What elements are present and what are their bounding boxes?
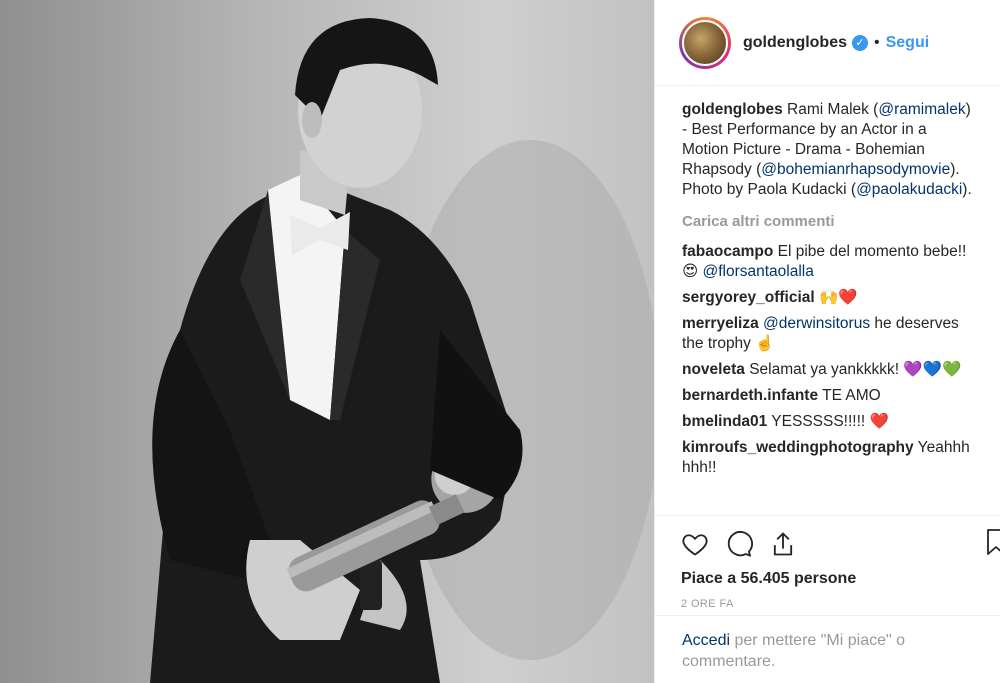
comment-item: merryeliza @derwinsitorus he deserves th… bbox=[682, 314, 976, 354]
caption-mention[interactable]: @ramimalek bbox=[878, 101, 965, 118]
comment-username[interactable]: bernardeth.infante bbox=[682, 387, 818, 404]
comment-text: TE AMO bbox=[818, 387, 881, 404]
comment-text: Selamat ya yankkkkk! 💜💙💚 bbox=[744, 361, 962, 378]
share-icon[interactable] bbox=[769, 530, 797, 558]
comment-username[interactable]: sergyorey_official bbox=[682, 289, 815, 306]
comment-username[interactable]: fabaocampo bbox=[682, 243, 773, 260]
comment-text: 🙌❤️ bbox=[814, 289, 858, 306]
comment-item: fabaocampo El pibe del momento bebe!! 😍 … bbox=[682, 242, 976, 282]
heart-icon[interactable] bbox=[681, 530, 709, 558]
caption-username[interactable]: goldenglobes bbox=[682, 101, 783, 118]
comment-username[interactable]: merryeliza bbox=[682, 315, 759, 332]
post-sidebar: goldenglobes ✓ • Segui goldenglobes Rami… bbox=[654, 0, 1000, 683]
load-more-comments-button[interactable]: Carica altri commenti bbox=[682, 212, 976, 232]
post-photo[interactable] bbox=[0, 0, 654, 683]
header-separator: • bbox=[874, 33, 880, 51]
comment-list: goldenglobes Rami Malek (@ramimalek) - B… bbox=[655, 86, 1000, 478]
post-header: goldenglobes ✓ • Segui bbox=[655, 0, 1000, 86]
comment-username[interactable]: noveleta bbox=[682, 361, 745, 378]
caption-text: Rami Malek ( bbox=[782, 101, 879, 118]
post-actions: Piace a 56.405 persone 2 ORE FA bbox=[655, 515, 1000, 610]
follow-button[interactable]: Segui bbox=[886, 34, 930, 52]
post-caption: goldenglobes Rami Malek (@ramimalek) - B… bbox=[682, 100, 976, 200]
comment-item: sergyorey_official 🙌❤️ bbox=[682, 288, 976, 308]
caption-mention[interactable]: @bohemianrhapsodymovie bbox=[761, 161, 950, 178]
verified-badge-icon: ✓ bbox=[852, 34, 868, 51]
comment-item: noveleta Selamat ya yankkkkk! 💜💙💚 bbox=[682, 360, 976, 380]
comment-item: kimroufs_weddingphotography Yeahhh hhh!! bbox=[682, 438, 976, 478]
comment-username[interactable]: bmelinda01 bbox=[682, 413, 767, 430]
login-link[interactable]: Accedi bbox=[682, 632, 730, 649]
action-bar bbox=[681, 528, 1000, 560]
caption-mention[interactable]: @paolakudacki bbox=[856, 181, 962, 198]
comment-mention[interactable]: @florsantaolalla bbox=[702, 263, 813, 280]
comment-text: YESSSSS!!!!! ❤️ bbox=[767, 413, 889, 430]
comment-item: bmelinda01 YESSSSS!!!!! ❤️ bbox=[682, 412, 976, 432]
like-count[interactable]: Piace a 56.405 persone bbox=[681, 570, 1000, 588]
author-username[interactable]: goldenglobes bbox=[743, 34, 847, 52]
photo-illustration bbox=[150, 18, 654, 683]
avatar[interactable] bbox=[679, 16, 731, 69]
comment-mention[interactable]: @derwinsitorus bbox=[763, 315, 870, 332]
post-timestamp[interactable]: 2 ORE FA bbox=[681, 598, 1000, 610]
login-prompt: Accedi per mettere "Mi piace" o commenta… bbox=[655, 615, 1000, 683]
comment-item: bernardeth.infante TE AMO bbox=[682, 386, 976, 406]
bookmark-icon[interactable] bbox=[985, 528, 1000, 556]
comment-icon[interactable] bbox=[725, 530, 753, 558]
avatar-image bbox=[682, 19, 728, 66]
caption-text: ). bbox=[962, 181, 972, 198]
comment-username[interactable]: kimroufs_weddingphotography bbox=[682, 439, 914, 456]
